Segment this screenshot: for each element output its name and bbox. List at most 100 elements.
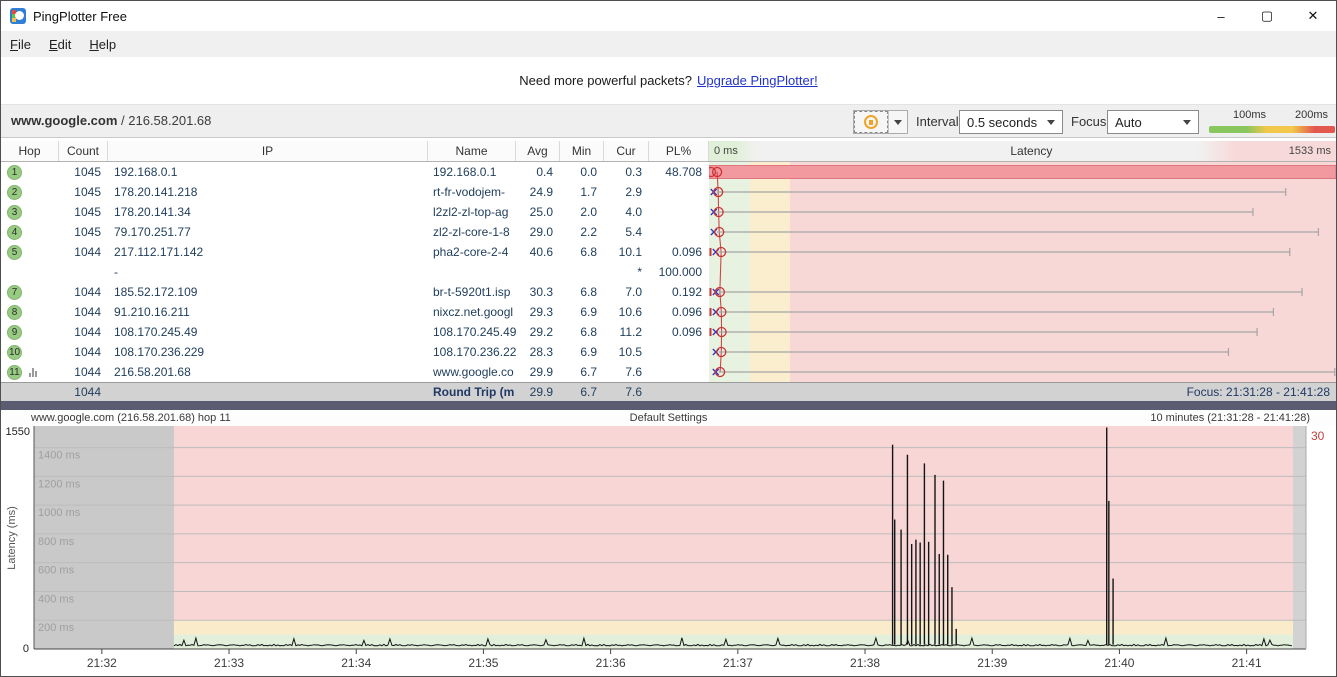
hop-row-1[interactable]: 11045192.168.0.1192.168.0.10.40.00.348.7… <box>1 162 1336 182</box>
focus-select[interactable]: Auto <box>1107 110 1199 134</box>
round-trip-row[interactable]: 1044 Round Trip (m 29.9 6.7 7.6 Focus: 2… <box>1 382 1336 401</box>
min-cell: 6.9 <box>560 302 604 322</box>
latency-range-cell <box>709 262 1336 282</box>
menu-help[interactable]: Help <box>80 31 125 57</box>
latency-title: Latency <box>774 144 1289 158</box>
hop-row-10[interactable]: 101044108.170.236.229108.170.236.2228.36… <box>1 342 1336 362</box>
avg-cell: 28.3 <box>516 342 560 362</box>
target-host: www.google.com <box>11 113 117 128</box>
avg-cell: 29.3 <box>516 302 560 322</box>
trace-grid-body: 11045192.168.0.1192.168.0.10.40.00.348.7… <box>1 162 1336 382</box>
count-cell: 1044 <box>59 282 108 302</box>
round-trip-label: Round Trip (m <box>428 383 516 401</box>
count-cell: 1045 <box>59 222 108 242</box>
col-header-hop[interactable]: Hop <box>1 141 59 161</box>
bar-chart-icon <box>29 368 38 377</box>
hop-badge: 5 <box>7 245 22 260</box>
col-header-ip[interactable]: IP <box>108 141 428 161</box>
hop-row-3[interactable]: 31045178.20.141.34l2zl2-zl-top-ag25.02.0… <box>1 202 1336 222</box>
focus-label: Focus <box>1071 114 1106 129</box>
hop-badge: 10 <box>7 345 22 360</box>
pause-button[interactable] <box>854 111 888 133</box>
avg-cell: 40.6 <box>516 242 560 262</box>
cur-cell: 7.6 <box>604 362 649 382</box>
round-trip-count: 1044 <box>59 383 108 401</box>
hop-number-cell: 7 <box>1 282 59 302</box>
name-cell: l2zl2-zl-top-ag <box>428 202 516 222</box>
avg-cell: 29.9 <box>516 362 560 382</box>
col-header-pl[interactable]: PL% <box>649 141 709 161</box>
hop-number-cell: 10 <box>1 342 59 362</box>
hop-row-8[interactable]: 8104491.210.16.211nixcz.net.googl29.36.9… <box>1 302 1336 322</box>
splitter-handle[interactable] <box>1 401 1336 410</box>
col-header-cur[interactable]: Cur <box>604 141 649 161</box>
hop-row-5[interactable]: 51044217.112.171.142pha2-core-2-440.66.8… <box>1 242 1336 262</box>
latency-range-cell <box>709 282 1336 302</box>
col-header-count[interactable]: Count <box>59 141 108 161</box>
col-header-avg[interactable]: Avg <box>516 141 560 161</box>
packet-loss-cell <box>649 222 709 242</box>
hop-row-9[interactable]: 91044108.170.245.49108.170.245.4929.26.8… <box>1 322 1336 342</box>
name-cell: br-t-5920t1.isp <box>428 282 516 302</box>
cur-cell: * <box>604 262 649 282</box>
name-cell: www.google.co <box>428 362 516 382</box>
name-cell <box>428 262 516 282</box>
avg-cell: 0.4 <box>516 162 560 182</box>
hop-badge: 3 <box>7 205 22 220</box>
hop-row-4[interactable]: 4104579.170.251.77zl2-zl-core-1-829.02.2… <box>1 222 1336 242</box>
packet-loss-cell <box>649 182 709 202</box>
col-header-min[interactable]: Min <box>560 141 604 161</box>
latency-range-cell <box>709 242 1336 262</box>
menu-bar: File Edit Help <box>1 31 1336 57</box>
min-cell <box>560 262 604 282</box>
latency-color-legend: 100ms 200ms <box>1209 109 1335 135</box>
ip-cell: 185.52.172.109 <box>108 282 428 302</box>
menu-edit[interactable]: Edit <box>40 31 80 57</box>
hop-row-11[interactable]: 111044216.58.201.68www.google.co29.96.77… <box>1 362 1336 382</box>
ip-cell: 91.210.16.211 <box>108 302 428 322</box>
avg-cell <box>516 262 560 282</box>
name-cell: nixcz.net.googl <box>428 302 516 322</box>
min-cell: 1.7 <box>560 182 604 202</box>
maximize-icon[interactable]: ▢ <box>1244 1 1290 31</box>
avg-cell: 25.0 <box>516 202 560 222</box>
count-cell: 1044 <box>59 242 108 262</box>
hop-row-6[interactable]: -*100.000 <box>1 262 1336 282</box>
hop-number-cell: 1 <box>1 162 59 182</box>
ip-cell: 178.20.141.34 <box>108 202 428 222</box>
close-icon[interactable]: ✕ <box>1290 1 1336 31</box>
hop-row-7[interactable]: 71044185.52.172.109br-t-5920t1.isp30.36.… <box>1 282 1336 302</box>
count-cell: 1044 <box>59 322 108 342</box>
upgrade-text: Need more powerful packets? <box>519 73 692 88</box>
timeline-range-label: 10 minutes (21:31:28 - 21:41:28) <box>1150 412 1310 424</box>
menu-file[interactable]: File <box>1 31 40 57</box>
app-logo-icon <box>10 8 26 24</box>
trace-grid-header: Hop Count IP Name Avg Min Cur PL% 0 ms L… <box>1 141 1336 162</box>
count-cell: 1045 <box>59 202 108 222</box>
min-cell: 6.8 <box>560 322 604 342</box>
packet-loss-cell: 0.096 <box>649 302 709 322</box>
hop-badge: 7 <box>7 285 22 300</box>
svg-text:30: 30 <box>1311 429 1325 443</box>
hop-row-2[interactable]: 21045178.20.141.218rt-fr-vodojem-24.91.7… <box>1 182 1336 202</box>
col-header-name[interactable]: Name <box>428 141 516 161</box>
ip-cell: 217.112.171.142 <box>108 242 428 262</box>
packet-loss-cell: 0.096 <box>649 322 709 342</box>
minimize-icon[interactable]: – <box>1198 1 1244 31</box>
hop-number-cell: 9 <box>1 322 59 342</box>
svg-text:21:36: 21:36 <box>596 656 626 670</box>
interval-select[interactable]: 0.5 seconds <box>959 110 1063 134</box>
latency-range-cell <box>709 162 1336 182</box>
cur-cell: 7.0 <box>604 282 649 302</box>
upgrade-link[interactable]: Upgrade PingPlotter! <box>697 73 818 88</box>
svg-text:21:33: 21:33 <box>214 656 244 670</box>
svg-text:21:35: 21:35 <box>468 656 498 670</box>
latency-range-cell <box>709 322 1336 342</box>
timeline-latency-chart[interactable]: 200 ms400 ms600 ms800 ms1000 ms1200 ms14… <box>1 426 1336 676</box>
legend-gradient-bar <box>1209 126 1335 133</box>
pause-dropdown-button[interactable] <box>888 111 907 133</box>
round-trip-min: 6.7 <box>560 383 604 401</box>
cur-cell: 10.6 <box>604 302 649 322</box>
col-header-latency[interactable]: 0 ms Latency 1533 ms <box>709 141 1336 161</box>
hop-badge: 2 <box>7 185 22 200</box>
